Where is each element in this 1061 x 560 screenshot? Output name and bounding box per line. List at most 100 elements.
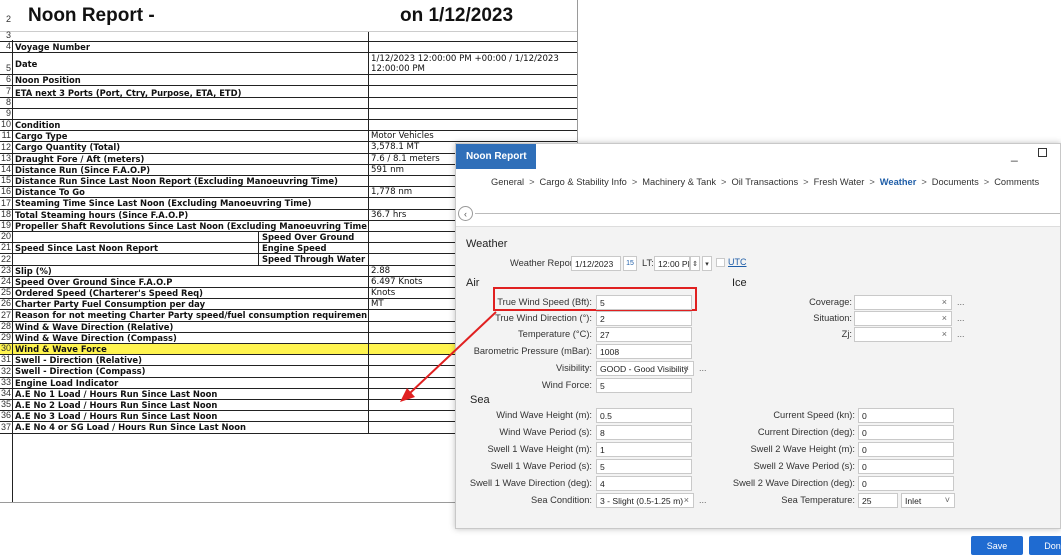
field-value: 0.5 xyxy=(600,410,612,421)
field-input[interactable]: 5 xyxy=(596,378,692,393)
tab-oil-transactions[interactable]: Oil Transactions xyxy=(731,177,798,187)
minimize-icon[interactable]: _ xyxy=(1011,148,1018,162)
utc-checkbox[interactable] xyxy=(716,258,725,267)
nav-separator: > xyxy=(803,176,809,187)
section-ice: Ice xyxy=(732,277,747,289)
more-icon[interactable]: ... xyxy=(699,495,707,505)
sheet-row: 11 Cargo Type Motor Vehicles xyxy=(0,130,577,143)
clear-icon[interactable]: × xyxy=(942,313,947,323)
field-input[interactable]: 0 xyxy=(858,459,954,474)
row-number: 28 xyxy=(0,320,11,331)
more-icon[interactable]: ... xyxy=(699,363,707,373)
field-value: 0 xyxy=(862,461,867,472)
field-input[interactable]: 8 xyxy=(596,425,692,440)
maximize-icon[interactable] xyxy=(1038,148,1047,157)
nav-separator: > xyxy=(721,176,727,187)
field-input[interactable]: 27 xyxy=(596,327,692,342)
row-number: 20 xyxy=(0,231,11,242)
field-label: Wind Wave Period (s): xyxy=(499,427,592,437)
tab-machinery-tank[interactable]: Machinery & Tank xyxy=(642,177,716,187)
field-value: 1008 xyxy=(600,346,620,357)
row-number: 37 xyxy=(0,421,11,432)
field-input[interactable]: 0 xyxy=(858,442,954,457)
row-sublabel: Speed Through Water xyxy=(258,254,367,265)
field-input[interactable]: 0 xyxy=(858,408,954,423)
row-value xyxy=(368,108,577,119)
field-input[interactable]: × xyxy=(854,327,952,342)
field-input[interactable]: 1 xyxy=(596,442,692,457)
field-input[interactable]: 5 xyxy=(596,295,692,310)
field-label: Barometric Pressure (mBar): xyxy=(473,346,592,356)
row-value: 1/12/2023 12:00:00 PM +00:00 / 1/12/2023… xyxy=(368,53,577,75)
row-label: Charter Party Fuel Consumption per day xyxy=(15,299,206,310)
field-label: Current Direction (deg): xyxy=(757,427,855,437)
field-input[interactable]: 0 xyxy=(858,425,954,440)
noon-report-dialog: Noon Report _ General > Cargo & Stability … xyxy=(455,143,1061,529)
clear-icon[interactable]: × xyxy=(684,363,689,373)
utc-link[interactable]: UTC xyxy=(728,257,747,267)
nav-separator: > xyxy=(983,176,990,187)
row-label: Date xyxy=(15,58,38,69)
done-button[interactable]: Done xyxy=(1029,536,1061,555)
row-label: Steaming Time Since Last Noon (Excluding… xyxy=(15,198,312,209)
row-number: 6 xyxy=(5,74,11,85)
row-label: A.E No 3 Load / Hours Run Since Last Noo… xyxy=(15,411,218,422)
row-value xyxy=(368,97,577,108)
field-value: 0 xyxy=(862,444,867,455)
lt-time-field[interactable]: 12:00 PM xyxy=(654,256,690,271)
row-number: 12 xyxy=(0,141,11,152)
row-number: 23 xyxy=(0,264,11,275)
weather-report-label: Weather Report: xyxy=(510,258,579,268)
row-number: 9 xyxy=(5,107,11,118)
row-label: Draught Fore / Aft (meters) xyxy=(15,153,145,164)
tab-general[interactable]: General xyxy=(491,177,524,187)
row-number: 15 xyxy=(0,175,11,186)
sea-temp-source-select[interactable]: Inlet ˅ xyxy=(901,493,955,508)
tab-weather[interactable]: Weather xyxy=(880,177,917,187)
row-number: 27 xyxy=(0,309,11,320)
clear-icon[interactable]: × xyxy=(684,495,689,505)
row-number: 34 xyxy=(0,387,11,398)
calendar-icon[interactable]: 15 xyxy=(623,256,637,271)
field-value: 5 xyxy=(600,297,605,308)
field-input[interactable]: 0.5 xyxy=(596,408,692,423)
sheet-row: 3 xyxy=(0,30,577,42)
field-value: 8 xyxy=(600,427,605,438)
tab-comments[interactable]: Comments xyxy=(994,177,1039,187)
back-bar: ‹ xyxy=(456,194,1060,227)
row-label xyxy=(12,98,367,108)
row-number: 10 xyxy=(0,119,11,130)
field-input[interactable]: GOOD - Good Visibility × xyxy=(596,361,694,376)
field-input[interactable]: 2 xyxy=(596,311,692,326)
row-number: 33 xyxy=(0,376,11,387)
tab-documents[interactable]: Documents xyxy=(932,177,979,187)
row-value xyxy=(368,120,577,131)
save-button[interactable]: Save xyxy=(971,536,1023,555)
row-value xyxy=(368,42,577,53)
clear-icon[interactable]: × xyxy=(942,329,947,339)
more-icon[interactable]: ... xyxy=(957,313,965,323)
field-input[interactable]: 5 xyxy=(596,459,692,474)
weather-report-date-field[interactable]: 1/12/2023 xyxy=(571,256,621,271)
row-label: Swell - Direction (Relative) xyxy=(15,355,142,366)
field-input[interactable]: 25 xyxy=(858,493,898,508)
tab-fresh-water[interactable]: Fresh Water xyxy=(814,177,865,187)
more-icon[interactable]: ... xyxy=(957,297,965,307)
tab-cargo-stability-info[interactable]: Cargo & Stability Info xyxy=(540,177,627,187)
chevron-down-icon[interactable]: ▾ xyxy=(702,256,712,271)
field-input[interactable]: 0 xyxy=(858,476,954,491)
field-label: Wind Force: xyxy=(541,380,592,390)
field-input[interactable]: 4 xyxy=(596,476,692,491)
time-spinner-icon[interactable]: ⇕ xyxy=(690,256,700,271)
lt-label: LT: xyxy=(642,258,654,268)
field-input[interactable]: 3 - Slight (0.5-1.25 m) × xyxy=(596,493,694,508)
field-input[interactable]: 1008 xyxy=(596,344,692,359)
more-icon[interactable]: ... xyxy=(957,329,965,339)
section-sea: Sea xyxy=(470,394,490,406)
back-arrow-icon[interactable]: ‹ xyxy=(458,206,473,221)
field-label: Situation: xyxy=(813,313,852,323)
row-label xyxy=(12,232,258,242)
field-input[interactable]: × xyxy=(854,311,952,326)
field-input[interactable]: × xyxy=(854,295,952,310)
clear-icon[interactable]: × xyxy=(942,297,947,307)
